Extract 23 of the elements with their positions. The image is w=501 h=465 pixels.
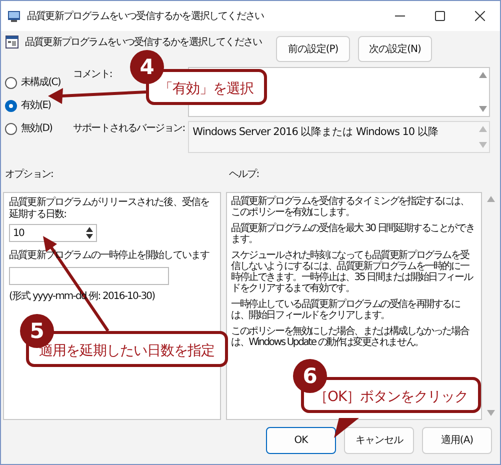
- supported-label: サポートされるバージョン:: [73, 122, 185, 136]
- spinner-value: 10: [13, 226, 24, 240]
- options-label: オプション:: [5, 168, 54, 182]
- help-paragraph: このポリシーを無効にした場合、または構成しなかった場合は、Windows Update の動作は変更されません。: [231, 326, 470, 348]
- supported-version: Windows Server 2016 以降または Windows 10 以降: [192, 125, 440, 140]
- help-paragraph: スケジュールされた時刻になっても品質更新プログラムを受信しないようにするには、品質更新プログラムを一時的に一時停止できます。一時停止は、35 日間または開始日フィールドをクリアするまで有効です。: [231, 250, 474, 294]
- comment-label: コメント:: [73, 68, 112, 82]
- policy-title: 品質更新プログラムをいつ受信するかを選択してください: [25, 36, 263, 50]
- window-title: 品質更新プログラムをいつ受信するかを選択してください: [27, 10, 265, 24]
- help-paragraph: 品質更新プログラムの受信を最大 30 日間延期することができます。: [231, 223, 476, 245]
- help-paragraph: 一時停止している品質更新プログラムの受信を再開するには、開始日フィールドをクリアします。: [231, 299, 461, 321]
- help-label: ヘルプ:: [229, 168, 259, 182]
- dialog-button[interactable]: キャンセル: [344, 427, 414, 454]
- dialog-button[interactable]: OK: [266, 427, 336, 454]
- help-paragraph: 品質更新プログラムを受信するタイミングを指定するには、このポリシーを有効にします。: [231, 196, 470, 218]
- nav-button[interactable]: 前の設定(P): [276, 36, 350, 62]
- radio-option[interactable]: 有効(E): [5, 98, 73, 113]
- nav-button[interactable]: 次の設定(N): [358, 36, 432, 62]
- deferral-label: 品質更新プログラムがリリースされた後、受信を延期する日数:: [9, 197, 210, 221]
- radio-option[interactable]: 未構成(C): [5, 75, 73, 90]
- radio-option[interactable]: 無効(D): [5, 121, 73, 136]
- number-spinner[interactable]: 10: [9, 224, 97, 242]
- dialog-button[interactable]: 適用(A): [422, 427, 492, 454]
